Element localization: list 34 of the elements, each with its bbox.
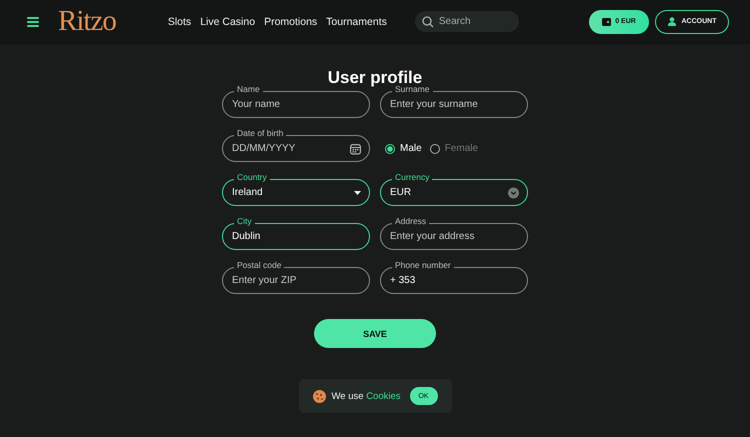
input-field[interactable]: Enter your surname <box>380 91 528 118</box>
radio-option[interactable]: Male <box>385 143 422 154</box>
cookie-text: We use Cookies <box>332 390 401 402</box>
input-field[interactable]: Enter your ZIP <box>222 267 370 294</box>
input-field[interactable]: Your name <box>222 91 370 118</box>
field-label: Postal code <box>234 260 284 271</box>
nav-link[interactable]: Slots <box>168 16 192 28</box>
cookies-link[interactable]: Cookies <box>366 390 401 402</box>
calendar-icon[interactable] <box>350 143 361 154</box>
search-field[interactable]: Search <box>414 11 519 32</box>
wallet-icon <box>602 18 612 26</box>
logo[interactable]: Ritzo <box>58 7 116 36</box>
nav-link[interactable]: Promotions <box>264 16 318 28</box>
save-button[interactable]: SAVE <box>314 319 436 348</box>
input-field[interactable]: Enter your address <box>380 223 528 250</box>
user-icon <box>668 17 676 26</box>
field-label: Phone number <box>392 260 454 271</box>
page-title: User profile <box>328 68 422 87</box>
caret-icon[interactable] <box>354 190 361 194</box>
radio-option[interactable]: Female <box>430 143 478 154</box>
input-field[interactable]: DD/MM/YYYY <box>222 135 370 162</box>
nav-link[interactable]: Live Casino <box>200 16 256 28</box>
nav-link[interactable]: Tournaments <box>326 16 387 28</box>
menu-icon[interactable] <box>27 16 39 26</box>
field-label: Date of birth <box>234 128 286 139</box>
field-label: Address <box>392 216 430 227</box>
search-icon <box>422 16 434 28</box>
field-label: Country <box>234 172 270 183</box>
field-label: Name <box>234 84 263 95</box>
field-label: Currency <box>392 172 432 183</box>
field-label: Surname <box>392 84 432 95</box>
chevron-icon[interactable] <box>508 187 519 198</box>
cookie-icon <box>312 390 326 402</box>
field-label: City <box>234 216 255 227</box>
